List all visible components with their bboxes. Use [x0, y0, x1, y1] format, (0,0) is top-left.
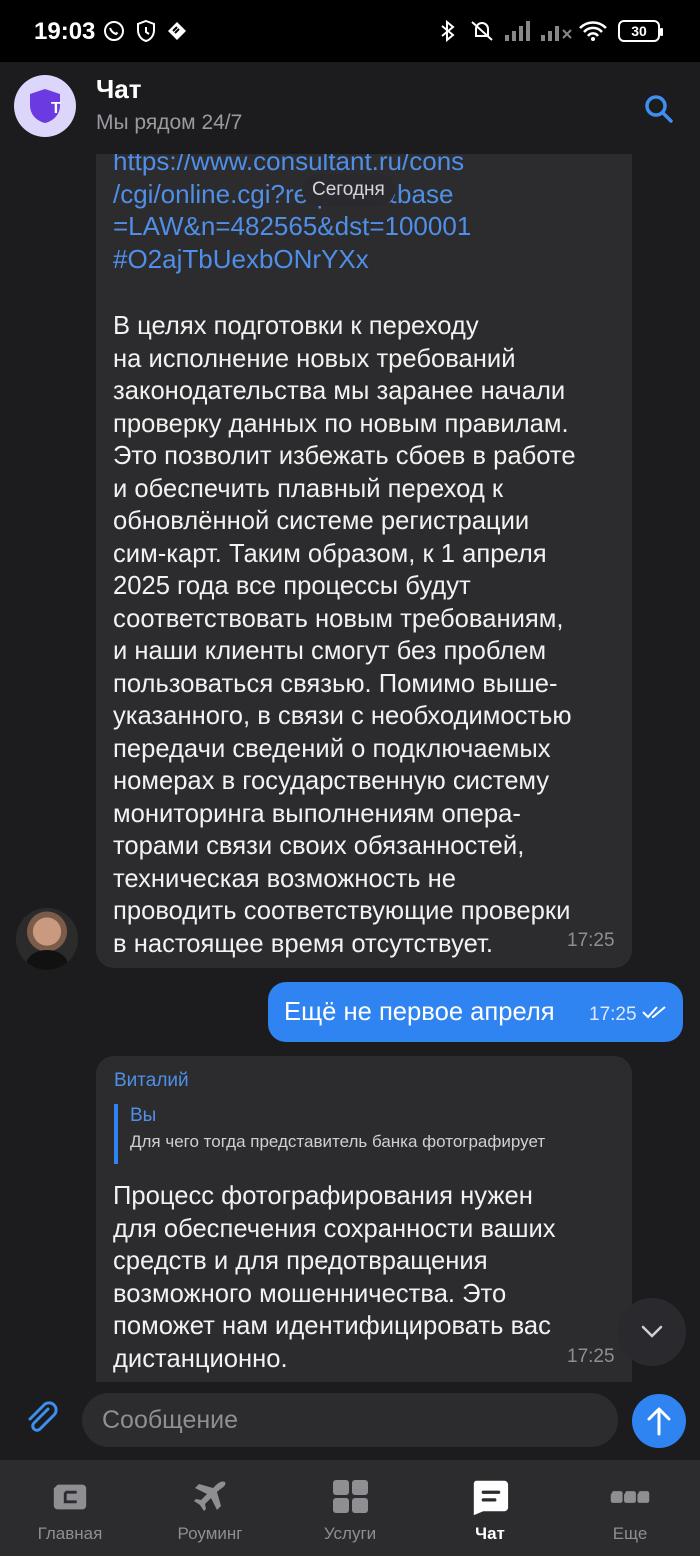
- page-title: Чат: [96, 74, 142, 104]
- message-time: 17:25: [567, 1346, 615, 1367]
- tele2-icon: [164, 18, 190, 44]
- plane-icon: [190, 1478, 230, 1516]
- nav-label-chat: Чат: [475, 1524, 505, 1543]
- page-subtitle: Мы рядом 24/7: [96, 111, 243, 134]
- search-button[interactable]: [636, 86, 682, 132]
- nav-label-services: Услуги: [323, 1524, 377, 1543]
- message-text: Ещё не первое апреля: [284, 998, 555, 1026]
- bluetooth-icon: [436, 18, 460, 44]
- message-outgoing: Ещё не первое апреля 17:25: [268, 982, 683, 1042]
- quote-text: Для чего тогда представитель банка фотог…: [130, 1132, 546, 1151]
- nav-item-services[interactable]: Услуги: [290, 1460, 410, 1556]
- message-composer: [0, 1382, 700, 1460]
- message-text: В целях подготовки к переходу на исполне…: [113, 312, 576, 958]
- nav-label-home: Главная: [37, 1524, 103, 1543]
- message-incoming: https://www.consultant.ru/cons /cgi/onli…: [96, 154, 632, 968]
- wifi-icon: [578, 18, 608, 44]
- signal-icon-2: [540, 18, 572, 44]
- sender-name: Виталий: [114, 1070, 189, 1091]
- bottom-nav: Главная Роуминг Услуги Чат Еще: [0, 1460, 700, 1556]
- battery-level: 30: [631, 23, 647, 39]
- nav-label-more: Еще: [612, 1524, 648, 1543]
- shield-icon: [134, 18, 158, 44]
- reply-quote[interactable]: Вы Для чего тогда представитель банка фо…: [114, 1104, 614, 1164]
- signal-icon: [504, 18, 534, 44]
- chevron-down-icon: [641, 1325, 663, 1338]
- more-icon: [610, 1478, 650, 1516]
- double-check-icon: [642, 1006, 666, 1019]
- search-icon: [645, 95, 673, 123]
- services-grid-icon: [330, 1478, 370, 1516]
- paperclip-icon: [28, 1401, 58, 1432]
- agent-avatar[interactable]: [16, 908, 78, 970]
- mute-icon: [468, 18, 496, 44]
- support-avatar-letter: T: [51, 100, 61, 117]
- status-bar: 19:03 30: [0, 0, 700, 62]
- nav-item-roaming[interactable]: Роуминг: [150, 1460, 270, 1556]
- chat-app: T Чат Мы рядом 24/7 https://www.consulta…: [0, 62, 700, 1556]
- nav-item-more[interactable]: Еще: [570, 1460, 690, 1556]
- arrow-up-icon: [647, 1407, 671, 1436]
- whatsapp-icon: [100, 18, 128, 44]
- status-time: 19:03: [34, 18, 96, 45]
- nav-item-chat[interactable]: Чат: [430, 1460, 550, 1556]
- message-text: Процесс фотографирования нужен для обесп…: [113, 1182, 556, 1373]
- attach-button[interactable]: [22, 1398, 62, 1438]
- home-icon: [50, 1478, 90, 1516]
- message-input[interactable]: [82, 1393, 618, 1447]
- chat-header: T Чат Мы рядом 24/7: [0, 62, 700, 154]
- battery-icon: 30: [616, 18, 663, 44]
- message-link[interactable]: https://www.consultant.ru/cons /cgi/onli…: [113, 154, 623, 275]
- support-avatar: T: [14, 75, 76, 137]
- chat-icon: [470, 1478, 510, 1516]
- scroll-down-button[interactable]: [618, 1298, 686, 1366]
- message-incoming: Виталий Вы Для чего тогда представитель …: [96, 1056, 632, 1382]
- nav-label-roaming: Роуминг: [177, 1524, 243, 1543]
- nav-item-home[interactable]: Главная: [10, 1460, 130, 1556]
- chat-messages[interactable]: https://www.consultant.ru/cons /cgi/onli…: [0, 154, 700, 1382]
- send-button[interactable]: [632, 1394, 686, 1448]
- message-time: 17:25: [589, 1004, 637, 1025]
- quote-author: Вы: [130, 1105, 157, 1126]
- message-time: 17:25: [567, 930, 615, 951]
- date-chip: Сегодня: [302, 174, 395, 206]
